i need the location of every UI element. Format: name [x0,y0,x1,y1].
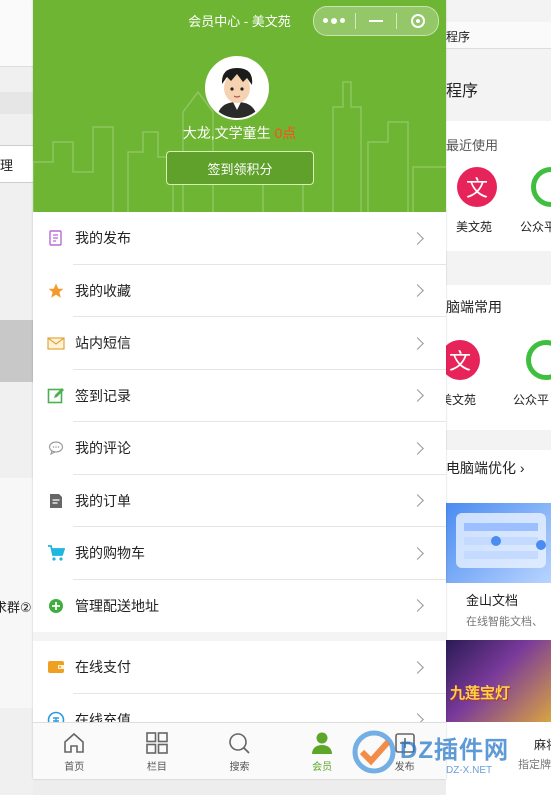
bg-right-section-title: 程序 [446,83,479,100]
bg-left-label-manage: 理 [0,158,14,173]
tab-search[interactable]: 搜索 [198,723,281,779]
bg-right-topbar: 程序 [446,22,551,49]
chevron-right-icon [411,494,424,508]
watermark-subtext: DZ-X.NET [446,765,493,776]
title-bar: 会员中心 - 美文苑 [33,0,446,38]
promo-illustration [456,513,546,568]
site-watermark: DZ插件网 DZ-X.NET [350,724,551,784]
bg-left-label-group: 求群② [0,600,32,615]
grid-icon [146,732,168,754]
mahjong-promo-image[interactable]: 九莲宝灯 [446,640,551,722]
pc-app-name: 美文苑 [446,393,477,407]
recent-app-name: 美文苑 [456,220,493,234]
menu-label: 我的订单 [75,492,131,509]
meiwenyuan-app-icon[interactable]: 文 [446,340,480,380]
more-button[interactable] [314,7,355,35]
edit-icon [47,387,65,405]
background-right-window: 程序 程序 最近使用 文 美文苑 公众平 脑端常用 文 美文苑 公众平 电脑端优… [446,0,551,795]
wps-promo-image[interactable] [446,503,551,583]
tab-columns[interactable]: 栏目 [116,723,199,779]
chevron-right-icon [411,231,424,245]
member-menu: 我的发布 我的收藏 站内短信 签到记录 我的评论 我的订单 我的购物车 管理配送… [33,212,446,632]
gongzhong-app-icon[interactable] [526,340,551,380]
bg-band [0,0,33,67]
menu-shopping-cart[interactable]: 我的购物车 [33,527,446,580]
user-icon [312,732,333,754]
pc-label: 脑端常用 [446,299,502,315]
comment-icon [47,439,65,457]
wps-title: 金山文档 [466,593,519,608]
star-icon [47,282,65,300]
chevron-right-icon [411,389,424,403]
menu-label: 我的发布 [75,230,131,247]
background-left-window: 理 求群② [0,0,33,795]
menu-my-posts[interactable]: 我的发布 [33,212,446,265]
order-icon [47,492,65,510]
tab-label: 搜索 [229,762,250,773]
menu-label: 我的评论 [75,440,131,457]
member-center-panel: 会员中心 - 美文苑 大龙,文学童生 0点 签到领积分 我的发布 我的收藏 站内… [33,0,446,779]
recent-app-name: 公众平 [520,220,551,234]
menu-site-messages[interactable]: 站内短信 [33,317,446,370]
menu-my-comments[interactable]: 我的评论 [33,422,446,475]
gongzhong-app-icon[interactable] [531,167,551,207]
tab-label: 会员 [312,762,333,773]
bg-band [0,320,33,382]
tab-label: 栏目 [146,762,167,773]
envelope-icon [47,334,65,352]
close-target-icon [410,14,425,28]
menu-label: 站内短信 [75,335,131,352]
plus-circle-icon [47,597,65,615]
menu-signin-records[interactable]: 签到记录 [33,370,446,423]
wallet-icon [47,658,65,676]
avatar-image [207,58,267,118]
post-icon [47,229,65,247]
search-icon [229,733,251,754]
watermark-text: DZ插件网 [400,737,509,764]
menu-label: 在线支付 [75,659,131,676]
minimize-icon [369,20,383,22]
chevron-right-icon [411,441,424,455]
bg-right-top-label: 程序 [446,30,471,44]
user-info: 大龙,文学童生 0点 [33,123,446,143]
watermark-logo-icon [352,730,396,774]
chevron-right-icon [411,599,424,613]
recent-label: 最近使用 [446,138,499,153]
wps-subtitle: 在线智能文档、 [466,616,543,628]
menu-label: 签到记录 [75,387,131,404]
member-header: 会员中心 - 美文苑 大龙,文学童生 0点 签到领积分 [33,0,446,212]
menu-label: 我的收藏 [75,282,131,299]
meiwenyuan-app-icon[interactable]: 文 [457,167,497,207]
cart-icon [47,544,65,562]
chevron-right-icon [411,336,424,350]
menu-label: 管理配送地址 [75,597,159,614]
pc-app-name: 公众平 [513,393,550,407]
miniprogram-capsule [313,6,439,36]
recent-card: 最近使用 文 美文苑 公众平 [446,121,551,251]
chevron-right-icon [411,546,424,560]
user-name: 大龙,文学童生 [182,125,271,141]
bg-band [0,478,33,708]
bg-band [0,92,33,114]
menu-my-favorites[interactable]: 我的收藏 [33,265,446,318]
menu-online-payment[interactable]: 在线支付 [33,641,446,694]
home-icon [64,732,85,753]
menu-delivery-address[interactable]: 管理配送地址 [33,580,446,633]
signin-points-button[interactable]: 签到领积分 [166,151,314,185]
pc-apps-card: 脑端常用 文 美文苑 公众平 [446,285,551,430]
close-button[interactable] [397,7,438,35]
tab-label: 首页 [64,762,85,773]
more-dots-icon [323,18,346,24]
promo-game-text: 九莲宝灯 [450,685,511,702]
avatar[interactable] [205,56,269,120]
user-points: 0点 [274,125,297,141]
menu-my-orders[interactable]: 我的订单 [33,475,446,528]
optimize-label[interactable]: 电脑端优化 › [446,458,525,478]
chevron-right-icon [411,660,424,674]
minimize-button[interactable] [356,7,397,35]
tab-home[interactable]: 首页 [33,723,116,779]
menu-label: 我的购物车 [75,545,145,562]
chevron-right-icon [411,284,424,298]
